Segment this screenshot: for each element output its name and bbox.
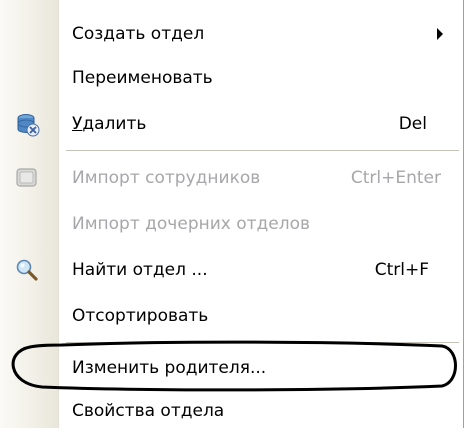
menu-item-find-department[interactable]: Найти отдел ... Ctrl+F — [0, 247, 463, 293]
menu-separator — [66, 150, 459, 151]
menu-item-department-properties[interactable]: Свойства отдела — [0, 388, 463, 434]
menu-item-sort[interactable]: Отсортировать — [0, 293, 463, 339]
menu-item-label: Отсортировать — [72, 306, 209, 326]
menu-item-shortcut: Del — [398, 114, 427, 134]
menu-item-shortcut: Ctrl+F — [374, 260, 429, 280]
menu-item-label: Удалить — [72, 114, 146, 134]
menu-item-shortcut: Ctrl+Enter — [350, 168, 441, 188]
menu-item-change-parent[interactable]: Изменить родителя... — [0, 345, 463, 391]
menu-item-create-department[interactable]: Создать отдел — [0, 11, 463, 57]
menu-item-label: Импорт сотрудников — [72, 168, 261, 188]
menu-separator — [66, 342, 459, 343]
submenu-arrow-icon — [437, 28, 443, 40]
menu-item-label: Найти отдел ... — [72, 260, 208, 280]
menu-item-import-employees[interactable]: Импорт сотрудников Ctrl+Enter — [0, 155, 463, 201]
menu-item-label: Переименовать — [72, 68, 213, 88]
context-menu: Создать отдел Переименовать Удалить Del — [0, 0, 464, 428]
menu-item-label: Создать отдел — [72, 24, 205, 44]
menu-item-delete[interactable]: Удалить Del — [0, 101, 463, 147]
menu-item-label: Импорт дочерних отделов — [72, 214, 311, 234]
label-rest: далить — [82, 114, 147, 134]
delete-icon — [14, 111, 40, 137]
menu-item-label: Свойства отдела — [72, 401, 225, 421]
menu-item-label: Изменить родителя... — [72, 358, 267, 378]
underline-char: У — [72, 114, 83, 134]
search-icon — [14, 257, 40, 283]
import-icon — [14, 165, 40, 191]
menu-item-import-child-departments[interactable]: Импорт дочерних отделов — [0, 201, 463, 247]
menu-item-rename[interactable]: Переименовать — [0, 55, 463, 101]
